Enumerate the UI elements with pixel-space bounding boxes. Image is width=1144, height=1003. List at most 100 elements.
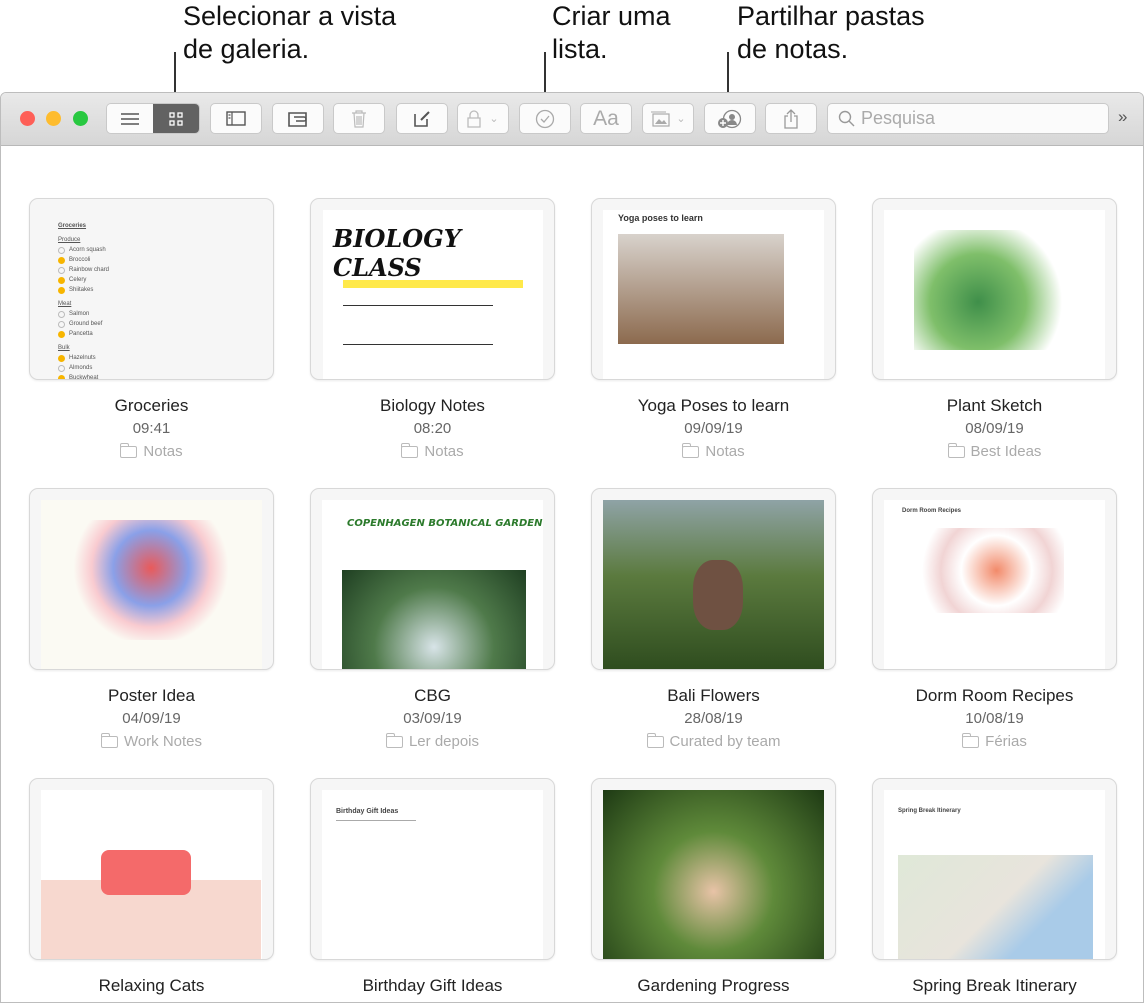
checklist-item-text: Broccoli xyxy=(69,257,91,263)
new-note-button[interactable] xyxy=(396,103,448,134)
note-thumbnail[interactable]: Birthday Gift Ideas xyxy=(310,778,555,960)
note-card[interactable]: Gardening Progress xyxy=(591,778,836,996)
note-card[interactable]: Birthday Gift Ideas Birthday Gift Ideas xyxy=(310,778,555,996)
folder-icon xyxy=(100,732,118,748)
checklist-item-text: Almonds xyxy=(69,365,93,371)
note-title: Plant Sketch xyxy=(946,396,1043,415)
toolbar-overflow-button[interactable]: » xyxy=(1118,107,1127,127)
checkbox-icon xyxy=(58,364,65,372)
checklist-item-text: Pancetta xyxy=(69,331,93,337)
note-card[interactable]: COPENHAGEN BOTANICAL GARDEN CBG 03/09/19 Le… xyxy=(310,488,555,750)
share-icon xyxy=(784,108,798,129)
list-view-button[interactable] xyxy=(107,104,153,133)
close-button[interactable] xyxy=(20,111,35,126)
checkbox-icon xyxy=(58,276,65,284)
chevron-down-icon: ⌄ xyxy=(489,113,499,125)
sidebar-toggle-button[interactable] xyxy=(210,103,262,134)
checklist-item: Rainbow chard xyxy=(58,265,109,275)
share-folder-button[interactable] xyxy=(704,103,756,134)
list-view-icon xyxy=(121,112,139,125)
media-button[interactable]: ⌄ xyxy=(642,103,694,134)
checklist-item-text: Hazelnuts xyxy=(69,355,96,361)
lock-button[interactable]: ⌄ xyxy=(457,103,509,134)
checklist-item: Shiitakes xyxy=(58,285,109,295)
format-button[interactable]: Aa xyxy=(580,103,632,134)
view-switcher xyxy=(106,103,200,134)
note-card[interactable]: Poster Idea 04/09/19 Work Notes xyxy=(29,488,274,750)
note-thumbnail[interactable] xyxy=(29,778,274,960)
thumb-heading: Spring Break Itinerary xyxy=(898,808,961,814)
note-thumbnail[interactable]: Spring Break Itinerary xyxy=(872,778,1117,960)
photo-icon xyxy=(651,111,670,127)
note-folder: Ler depois xyxy=(310,732,555,750)
search-placeholder: Pesquisa xyxy=(861,108,936,128)
note-thumbnail[interactable] xyxy=(591,778,836,960)
note-folder: Férias xyxy=(872,732,1117,750)
folder-name: Notas xyxy=(424,443,464,460)
note-title: Spring Break Itinerary xyxy=(912,976,1077,995)
sidebar-icon xyxy=(226,111,246,126)
checklist-button[interactable] xyxy=(519,103,571,134)
callout-create-list: Criar uma lista. xyxy=(552,0,671,66)
note-card[interactable]: Groceries Produce Acorn squash Broccoli Rain… xyxy=(29,198,274,460)
checklist-item-text: Buckwheat xyxy=(69,375,99,380)
note-thumbnail[interactable] xyxy=(591,488,836,670)
checklist-item: Salmon xyxy=(58,309,109,319)
checklist-section: Meat xyxy=(58,301,72,307)
note-card[interactable]: Plant Sketch 08/09/19 Best Ideas xyxy=(872,198,1117,460)
chevron-down-icon: ⌄ xyxy=(676,113,686,125)
groceries-checklist: Groceries Produce Acorn squash Broccoli Rain… xyxy=(58,221,109,380)
note-thumbnail[interactable] xyxy=(872,198,1117,380)
note-date: 03/09/19 xyxy=(403,710,462,727)
gallery-view-button[interactable] xyxy=(153,104,199,133)
checklist-item-text: Rainbow chard xyxy=(69,267,110,273)
note-card[interactable]: Relaxing Cats xyxy=(29,778,274,996)
note-date: 09:41 xyxy=(132,420,171,437)
note-title: Birthday Gift Ideas xyxy=(362,976,503,995)
thumb-heading: BIOLOGY CLASS xyxy=(333,224,461,282)
toolbar: ⌄ Aa ⌄ Pesquisa » xyxy=(1,93,1143,146)
zoom-button[interactable] xyxy=(73,111,88,126)
note-date: 08/09/19 xyxy=(965,420,1024,437)
checklist-item: Broccoli xyxy=(58,255,109,265)
checklist-item: Hazelnuts xyxy=(58,353,109,363)
attachments-button[interactable] xyxy=(272,103,324,134)
thumb-heading: Yoga poses to learn xyxy=(618,213,703,223)
add-people-icon xyxy=(718,109,742,128)
checklist-item-text: Salmon xyxy=(69,311,90,317)
note-card[interactable]: Yoga poses to learn Yoga Poses to learn 09… xyxy=(591,198,836,460)
note-thumbnail[interactable]: Groceries Produce Acorn squash Broccoli Rain… xyxy=(29,198,274,380)
note-card[interactable]: Spring Break Itinerary Spring Break Itine… xyxy=(872,778,1117,996)
compose-icon xyxy=(414,110,430,127)
minimize-button[interactable] xyxy=(46,111,61,126)
checklist-item-text: Celery xyxy=(69,277,87,283)
share-button[interactable] xyxy=(765,103,817,134)
checklist-item: Acorn squash xyxy=(58,245,109,255)
thumb-heading: COPENHAGEN BOTANICAL GARDEN xyxy=(347,518,543,529)
search-input[interactable]: Pesquisa xyxy=(827,103,1109,134)
folder-name: Work Notes xyxy=(123,733,203,750)
gallery-view-icon xyxy=(169,111,183,126)
note-thumbnail[interactable] xyxy=(29,488,274,670)
note-thumbnail[interactable]: Dorm Room Recipes xyxy=(872,488,1117,670)
checklist-item-text: Shiitakes xyxy=(69,287,94,293)
checkbox-icon xyxy=(58,256,65,264)
note-card[interactable]: Bali Flowers 28/08/19 Curated by team xyxy=(591,488,836,750)
folder-name: Notas xyxy=(705,443,745,460)
checkbox-icon xyxy=(58,320,65,328)
note-card[interactable]: Dorm Room Recipes Dorm Room Recipes 10/08/… xyxy=(872,488,1117,750)
note-title: Relaxing Cats xyxy=(98,976,205,995)
attachments-icon xyxy=(288,111,307,127)
note-folder: Notas xyxy=(591,442,836,460)
note-card[interactable]: BIOLOGY CLASS Biology Notes 08:20 Notas xyxy=(310,198,555,460)
checkbox-icon xyxy=(58,374,65,379)
note-title: Groceries xyxy=(114,396,189,415)
delete-button[interactable] xyxy=(333,103,385,134)
folder-icon xyxy=(401,442,419,458)
note-title: Dorm Room Recipes xyxy=(915,686,1074,705)
format-icon: Aa xyxy=(593,106,619,130)
note-thumbnail[interactable]: COPENHAGEN BOTANICAL GARDEN xyxy=(310,488,555,670)
note-thumbnail[interactable]: BIOLOGY CLASS xyxy=(310,198,555,380)
checklist-section: Bulk xyxy=(58,345,70,351)
note-thumbnail[interactable]: Yoga poses to learn xyxy=(591,198,836,380)
